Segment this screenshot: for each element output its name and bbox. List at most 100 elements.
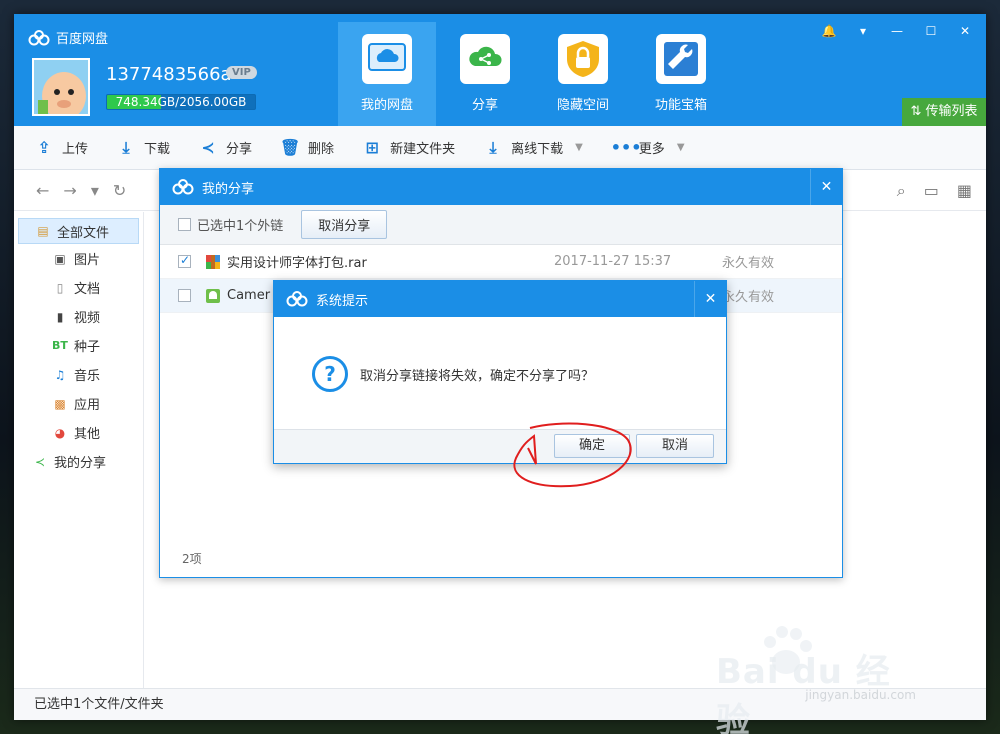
transfer-list-button[interactable]: ⇅ 传输列表	[902, 98, 986, 126]
sidebar-item-apps[interactable]: ▩ 应用	[14, 389, 143, 418]
document-icon: ▯	[56, 280, 64, 295]
tab-share[interactable]: 分享	[436, 22, 534, 126]
sidebar-item-videos[interactable]: ▮ 视频	[14, 302, 143, 331]
share-expiry: 永久有效	[722, 256, 775, 271]
main-nav-tabs: 我的网盘 分享 隐藏空间 功能宝箱	[338, 22, 730, 126]
brand: 百度网盘	[28, 28, 108, 47]
music-icon: ♫	[54, 367, 66, 382]
confirm-button[interactable]: 确定	[554, 434, 630, 458]
more-icon: •••	[610, 137, 642, 157]
upload-icon: ⇪	[37, 137, 51, 157]
vip-badge[interactable]: VIP	[226, 66, 257, 79]
history-buttons: ← → ▾ ↻	[36, 181, 126, 200]
toolbar: ⇪ 上传 ⤓ 下载 ≺ 分享 🗑 删除 ⊞ 新建文件夹 ⤓ 离线下载 ▼ ••• 更多 ▼	[14, 126, 986, 170]
baidu-cloud-logo-icon	[28, 29, 50, 45]
new-folder-button[interactable]: ⊞ 新建文件夹	[362, 138, 455, 157]
row-checkbox[interactable]	[178, 253, 191, 268]
video-icon: ▮	[56, 309, 64, 324]
tab-label: 功能宝箱	[654, 98, 707, 113]
bell-icon[interactable]: 🔔	[812, 20, 846, 42]
share-icon: ≺	[34, 454, 46, 469]
avatar[interactable]	[32, 58, 90, 116]
share-button[interactable]: ≺ 分享	[198, 138, 252, 157]
app-header: 百度网盘 1377483566a VIP 748.34GB/2056.00GB …	[14, 14, 986, 126]
sidebar-item-all-files[interactable]: ▤ 全部文件	[18, 218, 139, 244]
cloud-disk-icon	[362, 34, 412, 84]
storage-quota-bar: 748.34GB/2056.00GB	[106, 94, 256, 110]
tab-my-netdisk[interactable]: 我的网盘	[338, 22, 436, 126]
share-date: 2017-11-27 15:37	[554, 254, 672, 269]
row-checkbox[interactable]	[178, 289, 191, 302]
cancel-share-button[interactable]: 取消分享	[301, 210, 388, 239]
select-all-checkbox[interactable]	[178, 218, 191, 231]
forward-arrow-icon[interactable]: →	[63, 181, 76, 200]
dialog-title: 系统提示	[316, 293, 369, 309]
cancel-button[interactable]: 取消	[636, 434, 714, 458]
bt-icon: BT	[52, 338, 68, 352]
table-row[interactable]: 实用设计师字体打包.rar 2017-11-27 15:37 永久有效	[160, 245, 842, 279]
sidebar-item-torrents[interactable]: BT 种子	[14, 331, 143, 360]
share-icon	[460, 34, 510, 84]
folder-icon: ▤	[37, 224, 49, 238]
brand-name: 百度网盘	[56, 32, 109, 47]
tab-hidden-space[interactable]: 隐藏空间	[534, 22, 632, 126]
select-all[interactable]: 已选中1个外链	[178, 215, 283, 234]
tab-label: 隐藏空间	[556, 98, 609, 113]
offline-download-button[interactable]: ⤓ 离线下载 ▼	[483, 138, 583, 157]
search-icon[interactable]: ⌕	[897, 181, 906, 201]
dialog-title-bar: 我的分享 ✕	[160, 169, 842, 205]
transfer-arrows-icon: ⇅	[910, 104, 926, 119]
history-dropdown-icon[interactable]: ▾	[91, 181, 99, 200]
window-controls: 🔔 ▾ — ☐ ✕	[812, 20, 982, 42]
trash-icon: 🗑	[280, 137, 301, 157]
download-icon: ⤓	[122, 137, 130, 157]
image-icon: ▣	[54, 251, 66, 266]
new-folder-icon: ⊞	[365, 137, 379, 157]
sidebar-item-music[interactable]: ♫ 音乐	[14, 360, 143, 389]
download-button[interactable]: ⤓ 下载	[116, 138, 170, 157]
list-view-icon[interactable]: ▭	[924, 181, 939, 201]
system-prompt-dialog: 系统提示 ✕ ? 取消分享链接将失效，确定不分享了吗？ 确定 取消	[273, 280, 727, 464]
wrench-icon	[656, 34, 706, 84]
android-apk-icon	[206, 288, 220, 303]
refresh-icon[interactable]: ↻	[113, 181, 126, 200]
pie-icon: ◕	[54, 425, 66, 440]
dialog-message: 取消分享链接将失效，确定不分享了吗？	[360, 368, 595, 384]
sidebar: ▤ 全部文件 ▣ 图片 ▯ 文档 ▮ 视频 BT 种子 ♫ 音乐 ▩ 应用 ◕ 其他 ≺ 我的分享	[14, 212, 144, 688]
menu-dropdown-icon[interactable]: ▾	[846, 20, 880, 42]
cartoon-avatar-icon	[34, 60, 88, 114]
dialog-title-bar: 系统提示 ✕	[274, 281, 726, 317]
sidebar-item-other[interactable]: ◕ 其他	[14, 418, 143, 447]
tab-toolbox[interactable]: 功能宝箱	[632, 22, 730, 126]
watermark-url: jingyan.baidu.com	[805, 688, 916, 702]
file-name: Camer	[227, 288, 271, 303]
baidu-cloud-logo-icon	[286, 291, 308, 307]
minimize-icon[interactable]: —	[880, 20, 914, 42]
offline-download-icon: ⤓	[489, 137, 497, 157]
close-icon[interactable]: ✕	[694, 281, 726, 317]
grid-view-icon[interactable]: ▦	[957, 181, 972, 201]
dialog-title: 我的分享	[202, 181, 255, 197]
dialog-footer: 确定 取消	[274, 429, 726, 463]
lock-icon	[558, 34, 608, 84]
item-count: 2项	[182, 552, 202, 566]
baidu-cloud-logo-icon	[172, 179, 194, 195]
close-icon[interactable]: ✕	[810, 169, 842, 205]
rar-archive-icon	[206, 254, 220, 269]
dialog-body: ? 取消分享链接将失效，确定不分享了吗？	[274, 317, 726, 431]
upload-button[interactable]: ⇪ 上传	[34, 138, 88, 157]
sidebar-item-images[interactable]: ▣ 图片	[14, 244, 143, 273]
sidebar-item-documents[interactable]: ▯ 文档	[14, 273, 143, 302]
view-buttons: ⌕ ▭ ▦	[897, 181, 972, 201]
chevron-down-icon: ▼	[676, 142, 685, 153]
maximize-icon[interactable]: ☐	[914, 20, 948, 42]
sidebar-item-my-shares[interactable]: ≺ 我的分享	[14, 447, 143, 476]
back-arrow-icon[interactable]: ←	[36, 181, 49, 200]
more-button[interactable]: ••• 更多 ▼	[611, 138, 685, 157]
close-icon[interactable]: ✕	[948, 20, 982, 42]
question-icon: ?	[312, 356, 348, 392]
chevron-down-icon: ▼	[575, 142, 583, 153]
share-toolbar: 已选中1个外链 取消分享	[160, 205, 842, 245]
delete-button[interactable]: 🗑 删除	[280, 138, 334, 157]
storage-quota-text: 748.34GB/2056.00GB	[115, 95, 247, 109]
